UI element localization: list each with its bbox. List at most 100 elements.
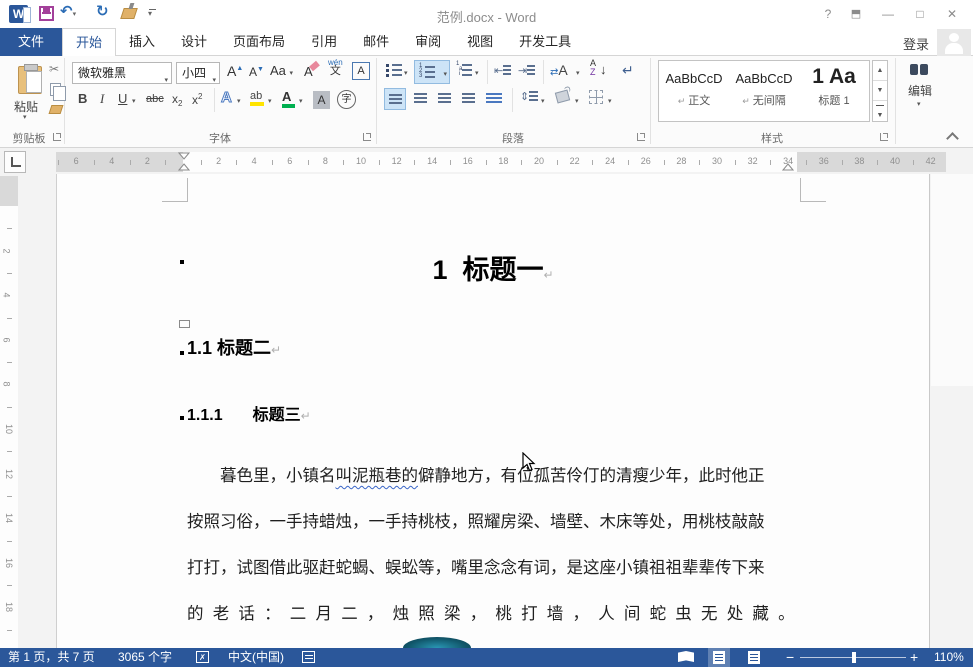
help-button[interactable]: ? (815, 5, 841, 23)
bullets-caret[interactable]: ▾ (404, 69, 408, 77)
heading1[interactable]: 1 标题一↵ (187, 248, 799, 287)
styles-dialog-launcher[interactable] (880, 133, 888, 141)
asian-layout-button[interactable]: ⇄A (550, 62, 568, 78)
style-heading1[interactable]: 1 Aa 标题 1 (801, 63, 867, 119)
tab-design[interactable]: 设计 (168, 28, 220, 56)
font-dialog-launcher[interactable] (363, 133, 371, 141)
bullets-button[interactable] (386, 64, 402, 76)
body-line[interactable]: 暮色里，小镇名叫泥瓶巷的僻静地方，有位孤苦伶仃的清瘦少年，此时他正 (220, 462, 765, 486)
numbering-caret[interactable]: ▾ (443, 70, 447, 78)
heading3[interactable]: 1.1.1标题三↵ (187, 401, 311, 425)
paragraph-dialog-launcher[interactable] (637, 133, 645, 141)
enclose-characters-button[interactable]: 字 (337, 90, 356, 109)
shading-caret[interactable]: ▾ (575, 97, 579, 105)
tab-file[interactable]: 文件 (0, 28, 62, 56)
tab-review[interactable]: 审阅 (402, 28, 454, 56)
asian-layout-caret[interactable]: ▾ (576, 69, 580, 77)
cut-button[interactable]: ✂ (49, 62, 59, 76)
tab-view[interactable]: 视图 (454, 28, 506, 56)
bold-button[interactable]: B (78, 91, 87, 106)
left-indent-marker[interactable] (179, 320, 190, 328)
character-shading-button[interactable]: A (313, 91, 330, 109)
tab-mailings[interactable]: 邮件 (350, 28, 402, 56)
change-case-button[interactable]: Aa ▾ (270, 63, 293, 78)
zoom-percentage[interactable]: 110% (934, 650, 964, 665)
superscript-button[interactable]: x2 (192, 92, 202, 107)
text-effects-caret[interactable]: ▾ (237, 97, 241, 105)
tab-insert[interactable]: 插入 (116, 28, 168, 56)
tab-page-layout[interactable]: 页面布局 (220, 28, 298, 56)
chevron-down-icon[interactable]: ▾ (164, 71, 168, 91)
show-hide-marks-button[interactable]: ↵ (622, 62, 634, 79)
minimize-button[interactable]: — (875, 5, 901, 23)
ribbon-display-options-button[interactable]: ⬒ (843, 5, 869, 23)
align-left-button[interactable] (384, 88, 406, 110)
maximize-button[interactable]: □ (907, 5, 933, 23)
phonetic-guide-button[interactable]: wén 文 (328, 58, 343, 76)
right-indent-marker[interactable] (782, 163, 794, 172)
proofing-status-icon[interactable]: ✗ (196, 651, 209, 663)
web-layout-button[interactable] (748, 651, 760, 664)
multilevel-list-button[interactable]: 1ai (456, 64, 472, 76)
close-button[interactable]: ✕ (939, 5, 965, 23)
line-spacing-button[interactable]: ⇕ (520, 90, 538, 103)
vertical-ruler[interactable]: 24681012141618 (0, 176, 18, 648)
gallery-up-button[interactable]: ▲ (873, 61, 887, 81)
font-color-caret[interactable]: ▾ (299, 97, 303, 105)
shrink-font-button[interactable]: A▼ (249, 65, 264, 79)
tab-developer[interactable]: 开发工具 (506, 28, 584, 56)
editing-button[interactable]: 编辑 ▾ (900, 60, 940, 120)
character-border-button[interactable]: A (352, 62, 370, 80)
highlight-button[interactable]: ab (250, 90, 264, 106)
numbering-button[interactable]: 123 ▾ (414, 60, 450, 84)
word-count[interactable]: 3065 个字 (118, 650, 172, 665)
font-name-combo[interactable]: 微软雅黑▾ (72, 62, 172, 84)
sign-in-link[interactable]: 登录 (903, 34, 929, 53)
grow-font-button[interactable]: A▲ (227, 63, 243, 79)
highlight-caret[interactable]: ▾ (268, 97, 272, 105)
underline-button[interactable]: U (118, 91, 127, 106)
horizontal-ruler[interactable]: 6422468101214161820222426283032343638404… (56, 152, 946, 172)
clear-formatting-button[interactable]: A (304, 63, 319, 79)
italic-button[interactable]: I (100, 91, 104, 107)
multilevel-caret[interactable]: ▾ (475, 69, 479, 77)
sort-button[interactable]: AZ (590, 59, 596, 77)
font-size-combo[interactable]: 小四▾ (176, 62, 220, 84)
increase-indent-button[interactable]: ⇥ (518, 64, 535, 77)
page-indicator[interactable]: 第 1 页，共 7 页 (8, 650, 95, 665)
distribute-button[interactable] (486, 93, 502, 104)
line-spacing-caret[interactable]: ▾ (541, 97, 545, 105)
body-line[interactable]: 打打，试图借此驱赶蛇蝎、蜈蚣等，嘴里念念有词，是这座小镇祖祖辈辈传下来 (187, 554, 765, 578)
clipboard-dialog-launcher[interactable] (53, 133, 61, 141)
style-normal[interactable]: AaBbCcD ↵ 正文 (661, 63, 727, 119)
borders-caret[interactable]: ▾ (608, 97, 612, 105)
heading2[interactable]: 1.1 标题二↵ (187, 334, 281, 360)
justify-button[interactable] (462, 93, 475, 104)
strikethrough-button[interactable]: abc (146, 93, 164, 105)
shading-button[interactable] (555, 90, 570, 104)
tab-home[interactable]: 开始 (62, 28, 116, 56)
align-right-button[interactable] (438, 93, 451, 104)
gallery-more-button[interactable]: ▼ (876, 105, 884, 125)
collapse-ribbon-button[interactable] (946, 132, 959, 145)
zoom-out-button[interactable]: − (786, 650, 794, 665)
avatar[interactable] (937, 29, 971, 56)
zoom-slider-handle[interactable] (852, 652, 856, 663)
align-center-button[interactable] (414, 93, 427, 104)
borders-button[interactable] (589, 90, 603, 104)
format-painter-button[interactable] (49, 105, 64, 114)
style-gallery-scrollbar[interactable]: ▲ ▼ ▼ (872, 60, 888, 122)
first-line-indent-marker[interactable] (178, 152, 190, 172)
text-effects-button[interactable]: A (221, 89, 232, 106)
subscript-button[interactable]: x2 (172, 92, 182, 108)
decrease-indent-button[interactable]: ⇤ (494, 64, 511, 77)
zoom-in-button[interactable]: + (910, 650, 918, 665)
tab-references[interactable]: 引用 (298, 28, 350, 56)
paste-button[interactable]: 粘贴 ▾ (4, 60, 48, 122)
style-no-spacing[interactable]: AaBbCcD ↵ 无间隔 (731, 63, 797, 119)
gallery-down-button[interactable]: ▼ (873, 81, 887, 101)
macro-record-icon[interactable] (302, 651, 315, 663)
read-mode-button[interactable] (678, 651, 694, 662)
language-indicator[interactable]: 中文(中国) (228, 650, 284, 665)
print-layout-button[interactable] (708, 648, 730, 667)
